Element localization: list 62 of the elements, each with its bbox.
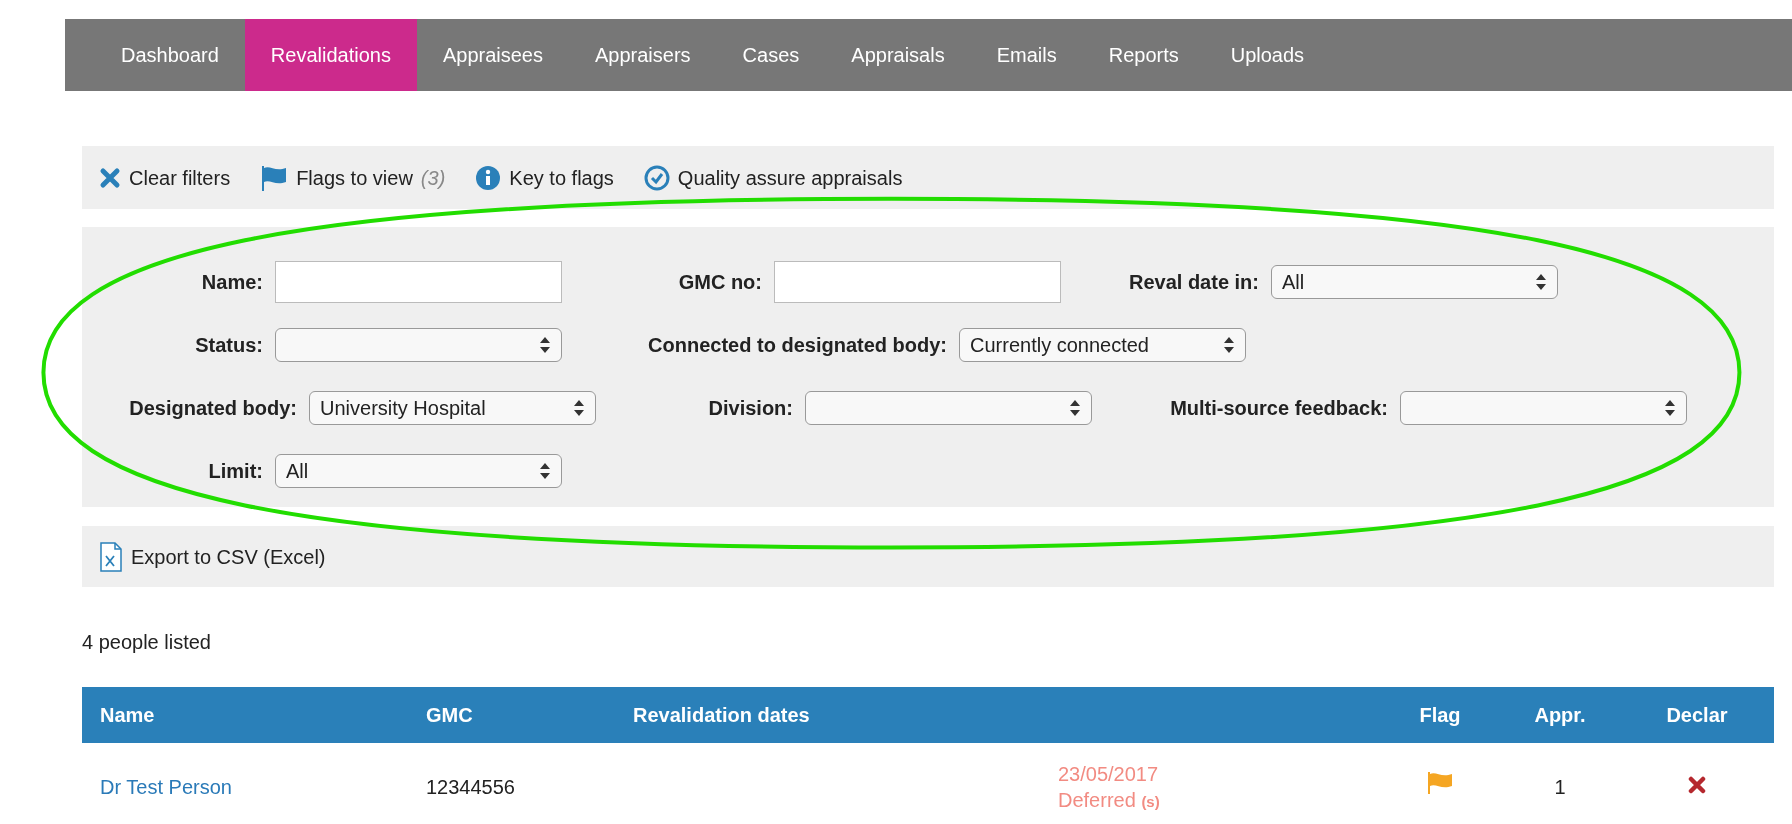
close-icon	[99, 166, 121, 189]
field-label: Connected to designated body:	[647, 332, 947, 358]
nav-tab[interactable]: Appraisals	[825, 19, 971, 91]
field-label: Name:	[200, 269, 263, 295]
select-field[interactable]: Currently connected	[959, 327, 1246, 362]
nav-tab[interactable]: Emails	[970, 19, 1083, 91]
toolbar-link[interactable]: Flags to view (3)	[260, 162, 446, 193]
link-label: Export to CSV (Excel)	[131, 544, 326, 570]
column-header: Flag	[1380, 687, 1500, 743]
updown-arrows-icon	[539, 335, 551, 354]
results-count: 4 people listed	[82, 630, 212, 655]
link-label: Key to flags	[509, 165, 614, 191]
select-field[interactable]	[275, 327, 562, 362]
field-label: Status:	[194, 332, 263, 358]
column-header: GMC	[408, 687, 615, 743]
field-label: Reval date in:	[1127, 269, 1259, 295]
field-label: Designated body:	[128, 395, 297, 421]
field-label: Division:	[707, 395, 793, 421]
updown-arrows-icon	[1664, 398, 1676, 417]
select-field[interactable]	[1400, 390, 1687, 425]
count-label: (3)	[420, 165, 446, 191]
flag-icon	[260, 163, 289, 192]
column-header: Declar	[1620, 687, 1774, 743]
updown-arrows-icon	[573, 398, 585, 417]
revalidation-date: 23/05/2017	[1058, 762, 1160, 788]
link-label: Clear filters	[129, 165, 231, 191]
column-header: Appr.	[1500, 687, 1620, 743]
info-icon	[475, 164, 502, 191]
check-circle-icon	[643, 164, 670, 191]
field-label: Limit:	[207, 458, 263, 484]
nav-tab[interactable]: Appraisees	[416, 19, 569, 91]
nav-tab[interactable]: Reports	[1082, 19, 1205, 91]
updown-arrows-icon	[539, 461, 551, 480]
revalidation-status: Deferred (s)	[1058, 788, 1161, 814]
nav-tab[interactable]: Appraisers	[569, 19, 717, 91]
table-cell: 1	[1554, 776, 1566, 799]
nav-tab[interactable]: Cases	[716, 19, 826, 91]
table-cell: 12344556	[426, 776, 515, 799]
nav-tab[interactable]: Dashboard	[95, 19, 245, 91]
nav-tab[interactable]: Revalidations	[244, 19, 417, 91]
spreadsheet-file-icon	[99, 541, 123, 572]
select-field[interactable]: University Hospital	[309, 390, 596, 425]
link-label: Flags to view	[296, 165, 413, 191]
select-field[interactable]: All	[1271, 264, 1558, 299]
updown-arrows-icon	[1223, 335, 1235, 354]
person-link[interactable]: Dr Test Person	[100, 776, 232, 799]
updown-arrows-icon	[1535, 272, 1547, 291]
text-field[interactable]	[774, 260, 1061, 303]
column-header: Revalidation dates	[615, 687, 1380, 743]
field-label: GMC no:	[677, 269, 762, 295]
field-label: Multi-source feedback:	[1169, 395, 1388, 421]
export-link[interactable]: Export to CSV (Excel)	[99, 541, 326, 572]
link-label: Quality assure appraisals	[677, 165, 903, 191]
updown-arrows-icon	[1069, 398, 1081, 417]
toolbar-link[interactable]: Key to flags	[475, 162, 614, 193]
select-field[interactable]: All	[275, 453, 562, 488]
nav-tab[interactable]: Uploads	[1204, 19, 1331, 91]
select-field[interactable]	[805, 390, 1092, 425]
column-header: Name	[82, 687, 408, 743]
toolbar-link[interactable]: Quality assure appraisals	[643, 162, 903, 193]
toolbar-link[interactable]: Clear filters	[99, 162, 231, 193]
text-field[interactable]	[275, 260, 562, 303]
